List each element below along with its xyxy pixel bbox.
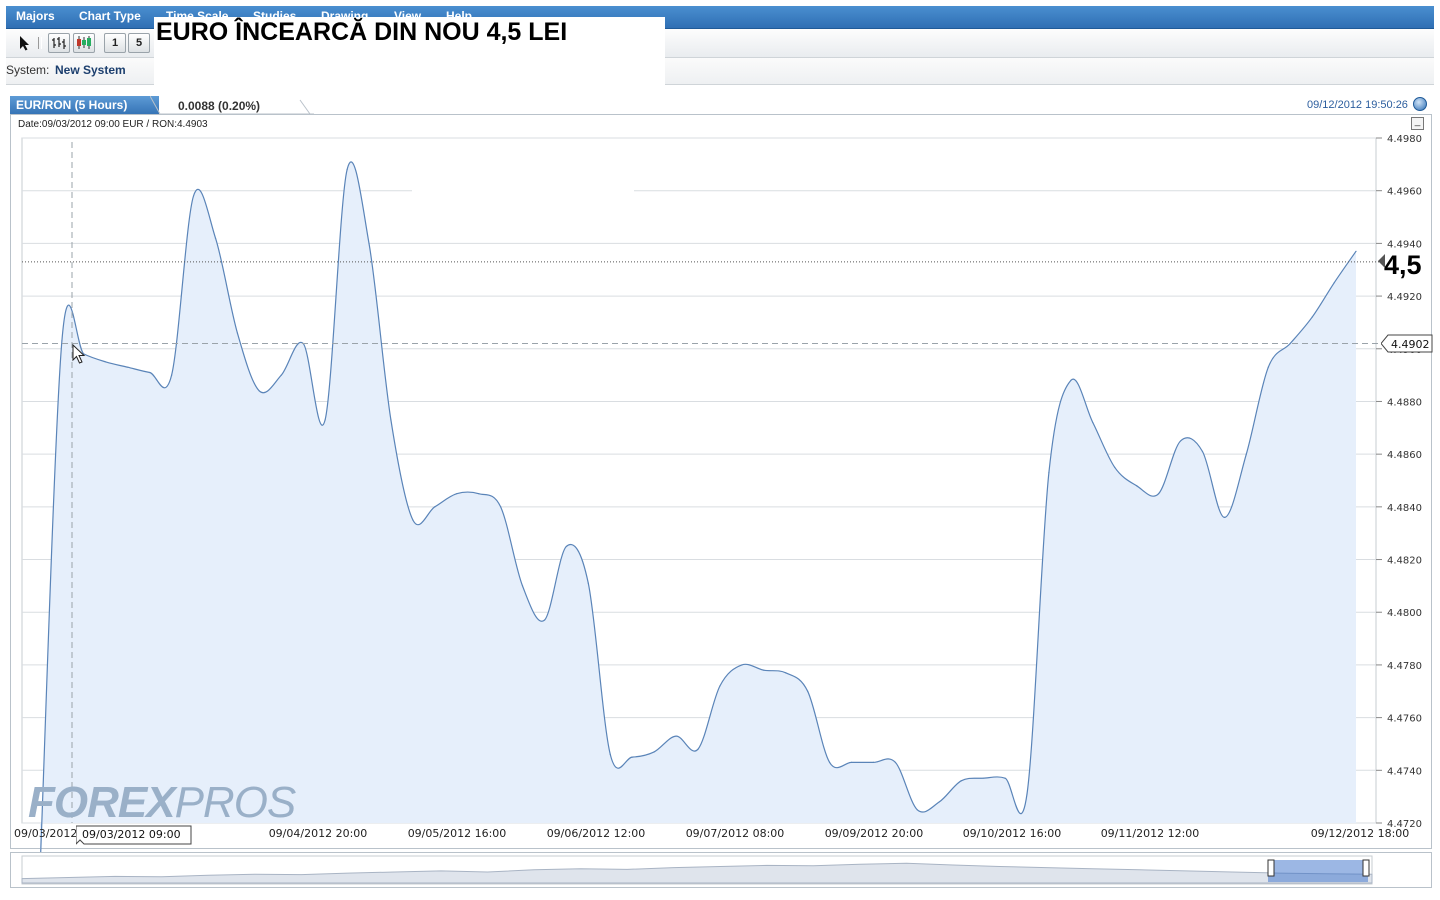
data-point xyxy=(719,685,721,687)
data-point xyxy=(1245,453,1247,455)
data-point xyxy=(1158,493,1160,495)
data-point xyxy=(1311,316,1313,318)
data-point xyxy=(609,753,611,756)
y-tick-label: 4.4940 xyxy=(1387,239,1422,250)
data-point xyxy=(1355,250,1357,252)
y-tick-label: 4.4780 xyxy=(1387,661,1422,672)
headline-occluder xyxy=(412,139,634,195)
data-point xyxy=(346,169,348,171)
data-point xyxy=(390,419,392,421)
x-tick-label: 09/06/2012 12:00 xyxy=(547,827,646,840)
data-point xyxy=(1004,777,1006,779)
x-tick-label: 09/07/2012 08:00 xyxy=(686,827,785,840)
big-price-label: 4,5 xyxy=(1384,250,1422,280)
data-point xyxy=(214,237,217,239)
data-point xyxy=(916,809,918,811)
data-point xyxy=(368,242,370,244)
data-point xyxy=(938,801,940,803)
crosshair-time-label: 09/03/2012 09:00 xyxy=(76,825,192,845)
data-point xyxy=(192,195,195,197)
data-point xyxy=(829,761,831,764)
data-point xyxy=(149,371,151,374)
data-point xyxy=(478,493,480,495)
y-tick-label: 4.4980 xyxy=(1387,134,1422,145)
data-point xyxy=(982,777,984,779)
data-point xyxy=(1201,450,1204,453)
data-point xyxy=(1179,440,1182,442)
x-tick-label: 09/10/2012 16:00 xyxy=(963,827,1062,840)
current-price-tag: 4.4902 xyxy=(1381,334,1433,353)
y-tick-label: 4.4860 xyxy=(1387,450,1422,461)
data-point xyxy=(280,374,282,376)
y-tick-label: 4.4960 xyxy=(1387,187,1422,198)
y-tick-label: 4.4760 xyxy=(1387,714,1422,725)
data-point xyxy=(587,582,589,584)
y-tick-label: 4.4840 xyxy=(1387,503,1422,514)
data-point xyxy=(807,690,809,692)
data-point xyxy=(697,748,699,750)
mouse-cursor-icon xyxy=(72,344,86,364)
x-tick-label: 09/12/2012 18:00 xyxy=(1311,827,1410,840)
data-point xyxy=(1136,485,1138,487)
data-point xyxy=(521,585,524,587)
current-price-text: 4.4902 xyxy=(1391,338,1430,351)
data-point xyxy=(1267,366,1269,368)
y-tick-label: 4.4920 xyxy=(1387,292,1422,303)
data-point xyxy=(1070,379,1072,381)
data-point xyxy=(1048,471,1050,474)
x-tick-label: 09/04/2012 20:00 xyxy=(269,827,368,840)
data-point xyxy=(61,340,63,342)
data-point xyxy=(894,761,897,764)
data-point xyxy=(565,545,568,547)
navigator-handle-right xyxy=(1362,859,1370,877)
crosshair-time-text: 09/03/2012 09:00 xyxy=(82,828,181,841)
data-point xyxy=(631,756,633,758)
data-point xyxy=(236,332,238,334)
navigator-window xyxy=(1268,860,1368,882)
y-tick-label: 4.4820 xyxy=(1387,556,1422,567)
data-point xyxy=(785,672,787,674)
logo-part-forex: FOREX xyxy=(28,778,176,827)
data-point xyxy=(324,419,326,421)
x-tick-label: 09/11/2012 12:00 xyxy=(1101,827,1200,840)
forexpros-logo: FOREXPROS xyxy=(28,778,297,828)
data-point xyxy=(675,735,677,737)
data-point xyxy=(434,506,436,508)
data-point xyxy=(1289,342,1291,345)
data-point xyxy=(1333,282,1335,284)
data-point xyxy=(872,761,875,764)
data-point xyxy=(105,361,107,363)
logo-part-pros: PROS xyxy=(174,778,297,827)
price-chart[interactable]: 4.47204.47404.47604.47804.48004.48204.48… xyxy=(0,0,1440,900)
data-point xyxy=(1114,466,1116,468)
y-tick-label: 4.4740 xyxy=(1387,766,1422,777)
y-tick-label: 4.4880 xyxy=(1387,397,1422,408)
data-point xyxy=(258,390,260,392)
data-point xyxy=(741,664,743,666)
big-label-arrow-icon xyxy=(1378,254,1385,268)
data-point xyxy=(1026,793,1028,795)
data-point xyxy=(1223,516,1225,518)
data-point xyxy=(543,619,546,621)
navigator-handle-left xyxy=(1267,859,1275,877)
data-point xyxy=(500,506,502,508)
data-point xyxy=(456,493,458,495)
data-point xyxy=(763,669,765,671)
navigator-overview xyxy=(21,855,1373,885)
x-tick-label: 09/09/2012 20:00 xyxy=(825,827,924,840)
data-point xyxy=(171,374,173,376)
data-point xyxy=(127,366,129,368)
data-point xyxy=(653,751,655,753)
data-point xyxy=(960,780,962,782)
data-point xyxy=(850,761,853,764)
data-point xyxy=(1092,421,1094,424)
x-tick-label: 09/05/2012 16:00 xyxy=(408,827,507,840)
data-point xyxy=(412,519,414,521)
y-tick-label: 4.4800 xyxy=(1387,608,1422,619)
